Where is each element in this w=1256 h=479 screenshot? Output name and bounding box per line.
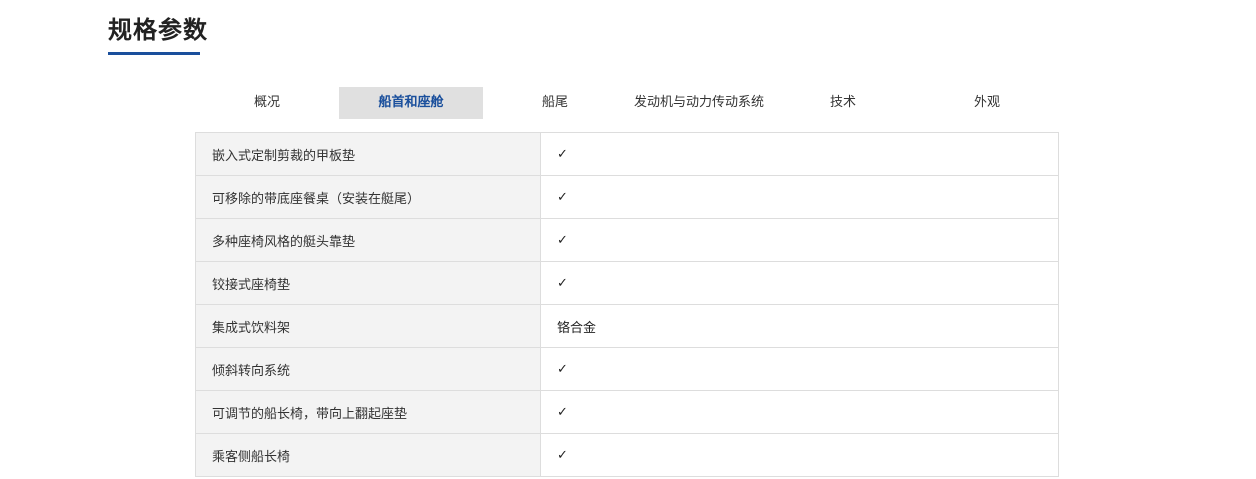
- table-row: 铰接式座椅垫 ✓: [195, 261, 1059, 305]
- spec-label: 可调节的船长椅，带向上翻起座垫: [195, 390, 541, 434]
- spec-value: ✓: [540, 261, 1059, 305]
- table-row: 乘客侧船长椅 ✓: [195, 433, 1059, 477]
- spec-label: 嵌入式定制剪裁的甲板垫: [195, 132, 541, 176]
- spec-label: 多种座椅风格的艇头靠垫: [195, 218, 541, 262]
- spec-label: 铰接式座椅垫: [195, 261, 541, 305]
- spec-tabs: 概况 船首和座舱 船尾 发动机与动力传动系统 技术 外观: [195, 87, 1059, 119]
- spec-value: 铬合金: [540, 304, 1059, 348]
- tab-stern[interactable]: 船尾: [483, 87, 627, 119]
- spec-label: 集成式饮料架: [195, 304, 541, 348]
- spec-label: 乘客侧船长椅: [195, 433, 541, 477]
- table-row: 多种座椅风格的艇头靠垫 ✓: [195, 218, 1059, 262]
- spec-value: ✓: [540, 390, 1059, 434]
- spec-value: ✓: [540, 132, 1059, 176]
- spec-label: 倾斜转向系统: [195, 347, 541, 391]
- title-underline: [108, 52, 200, 55]
- tab-bow-and-cockpit[interactable]: 船首和座舱: [339, 87, 483, 119]
- table-row: 可调节的船长椅，带向上翻起座垫 ✓: [195, 390, 1059, 434]
- spec-value: ✓: [540, 175, 1059, 219]
- table-row: 嵌入式定制剪裁的甲板垫 ✓: [195, 132, 1059, 176]
- table-row: 集成式饮料架 铬合金: [195, 304, 1059, 348]
- spec-table: 嵌入式定制剪裁的甲板垫 ✓ 可移除的带底座餐桌（安装在艇尾） ✓ 多种座椅风格的…: [195, 132, 1059, 477]
- table-row: 可移除的带底座餐桌（安装在艇尾） ✓: [195, 175, 1059, 219]
- tab-overview[interactable]: 概况: [195, 87, 339, 119]
- spec-value: ✓: [540, 433, 1059, 477]
- page-title: 规格参数: [108, 16, 208, 44]
- tab-engine-and-drivetrain[interactable]: 发动机与动力传动系统: [627, 87, 771, 119]
- spec-label: 可移除的带底座餐桌（安装在艇尾）: [195, 175, 541, 219]
- table-row: 倾斜转向系统 ✓: [195, 347, 1059, 391]
- spec-value: ✓: [540, 347, 1059, 391]
- tab-technology[interactable]: 技术: [771, 87, 915, 119]
- tab-exterior[interactable]: 外观: [915, 87, 1059, 119]
- spec-value: ✓: [540, 218, 1059, 262]
